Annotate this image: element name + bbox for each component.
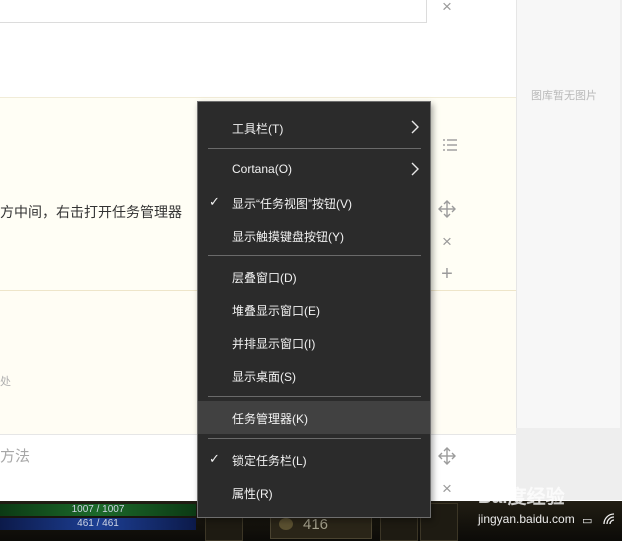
menu-separator [208, 148, 421, 149]
menu-item-label: Cortana(O) [232, 162, 293, 176]
menu-item-task-manager[interactable]: 任务管理器(K) [198, 401, 430, 434]
chevron-right-icon [411, 120, 419, 134]
tray-keyboard-icon[interactable]: ▭ [582, 514, 592, 527]
menu-item-lock-taskbar[interactable]: ✓ 锁定任务栏(L) [198, 443, 430, 476]
menu-item-label: 任务管理器(K) [232, 412, 308, 426]
menu-item-show-task-view-button[interactable]: ✓ 显示“任务视图”按钮(V) [198, 186, 430, 219]
close-icon[interactable]: × [439, 233, 455, 250]
step-text: 方中间，右击打开任务管理器 [0, 204, 182, 220]
list-icon[interactable] [442, 137, 460, 153]
taskbar-context-menu: 工具栏(T) Cortana(O) ✓ 显示“任务视图”按钮(V) 显示触摸键盘… [197, 101, 431, 518]
menu-item-label: 层叠窗口(D) [232, 271, 297, 285]
menu-item-label: 显示“任务视图”按钮(V) [232, 197, 352, 211]
close-icon[interactable]: × [439, 480, 455, 497]
menu-separator [208, 255, 421, 256]
menu-item-label: 并排显示窗口(I) [232, 337, 316, 351]
menu-item-label: 工具栏(T) [232, 122, 284, 136]
menu-item-properties[interactable]: 属性(R) [198, 476, 430, 509]
close-icon[interactable]: × [439, 0, 455, 15]
move-icon[interactable] [438, 200, 456, 218]
menu-item-label: 属性(R) [232, 487, 273, 501]
coin-icon [279, 518, 293, 530]
baidu-jingyan-logo: Bai度经验 [478, 487, 565, 508]
menu-item-cortana[interactable]: Cortana(O) [198, 153, 430, 186]
menu-item-toolbars[interactable]: 工具栏(T) [198, 111, 430, 144]
menu-item-label: 堆叠显示窗口(E) [232, 304, 320, 318]
tray-wifi-icon[interactable] [603, 513, 617, 528]
step-hint-text: 处 [0, 376, 11, 388]
hp-bar: 1007 / 1007 [0, 504, 196, 516]
menu-item-label: 显示桌面(S) [232, 370, 296, 384]
menu-item-show-desktop[interactable]: 显示桌面(S) [198, 359, 430, 392]
check-icon: ✓ [209, 194, 220, 209]
gallery-panel: 图库暂无图片 [516, 0, 620, 428]
menu-item-cascade-windows[interactable]: 层叠窗口(D) [198, 260, 430, 293]
menu-item-label: 显示触摸键盘按钮(Y) [232, 230, 344, 244]
menu-item-show-touch-keyboard-button[interactable]: 显示触摸键盘按钮(Y) [198, 219, 430, 252]
add-icon[interactable]: + [438, 264, 456, 284]
gallery-empty-text: 图库暂无图片 [531, 90, 597, 102]
menu-item-stack-windows[interactable]: 堆叠显示窗口(E) [198, 293, 430, 326]
menu-item-side-by-side-windows[interactable]: 并排显示窗口(I) [198, 326, 430, 359]
mp-bar: 461 / 461 [0, 518, 196, 530]
menu-separator [208, 396, 421, 397]
step-title-text: 方法 [0, 448, 31, 465]
check-icon: ✓ [209, 451, 220, 466]
move-icon[interactable] [438, 447, 456, 465]
comment-input[interactable] [0, 0, 427, 23]
menu-separator [208, 438, 421, 439]
watermark-url: jingyan.baidu.com [478, 512, 575, 526]
menu-item-label: 锁定任务栏(L) [232, 454, 307, 468]
chevron-right-icon [411, 162, 419, 176]
